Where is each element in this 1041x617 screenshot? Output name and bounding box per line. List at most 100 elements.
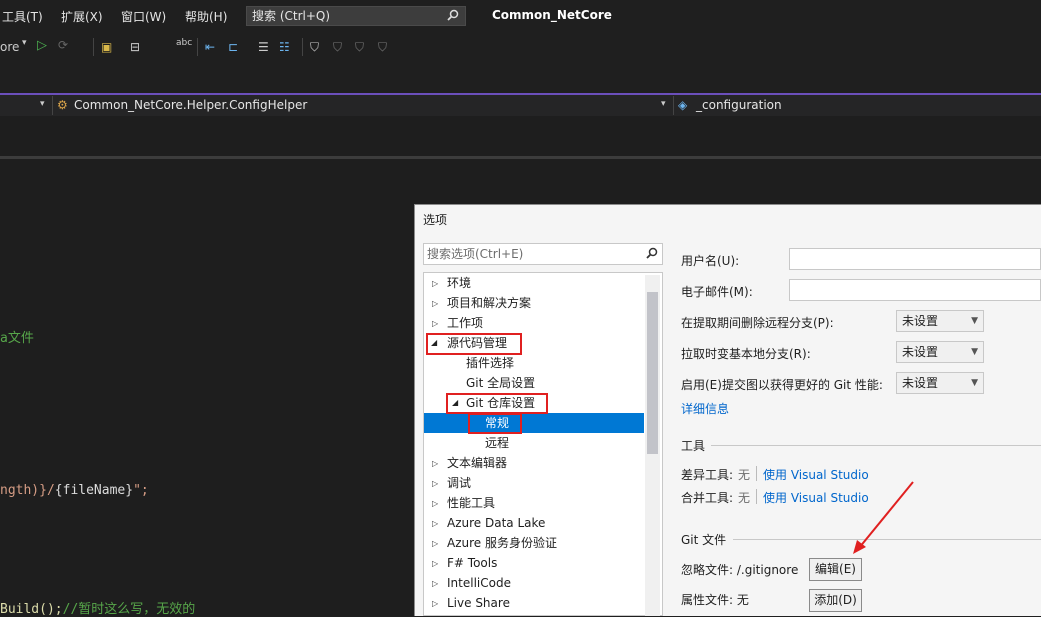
tree-item-azure-auth[interactable]: Azure 服务身份验证	[447, 533, 557, 553]
username-field[interactable]	[789, 248, 1041, 270]
chevron-down-icon: ▼	[971, 316, 978, 326]
code-string: ngth)}/	[0, 483, 55, 498]
collapsed-arrow-icon[interactable]: ▷	[432, 599, 438, 608]
bookmark-prev-icon[interactable]: ⛉	[333, 40, 342, 55]
global-search-input[interactable]: 搜索 (Ctrl+Q)	[246, 6, 466, 26]
tree-item-perf-tools[interactable]: 性能工具	[447, 493, 495, 513]
tree-item-workitems[interactable]: 工作项	[447, 313, 483, 333]
search-icon	[646, 245, 658, 265]
chevron-down-icon: ▼	[971, 378, 978, 388]
merge-tool-label: 合并工具:	[681, 491, 734, 505]
toolbar-separator	[93, 38, 94, 56]
tree-item-debugging[interactable]: 调试	[447, 473, 471, 493]
collapsed-arrow-icon[interactable]: ▷	[432, 479, 438, 488]
prune-label: 在提取期间删除远程分支(P):	[681, 316, 834, 330]
folder-icon[interactable]: ▣	[101, 40, 112, 54]
prune-value: 未设置	[902, 314, 939, 328]
details-link[interactable]: 详细信息	[681, 400, 729, 417]
prune-select[interactable]: 未设置 ▼	[896, 310, 984, 332]
edit-ignore-button[interactable]: 编辑(E)	[809, 558, 862, 581]
code-string-end: ";	[133, 483, 149, 498]
tree-item-live-share[interactable]: Live Share	[447, 593, 510, 613]
code-interpolation: {fileName}	[54, 483, 134, 498]
collapsed-arrow-icon[interactable]: ▷	[432, 519, 438, 528]
collapsed-arrow-icon[interactable]: ▷	[432, 459, 438, 468]
menu-help[interactable]: 帮助(H)	[185, 8, 227, 25]
rebase-value: 未设置	[902, 345, 939, 359]
toolbar	[0, 32, 1041, 62]
collapsed-arrow-icon[interactable]: ▷	[432, 319, 438, 328]
commitgraph-value: 未设置	[902, 376, 939, 390]
editor-header-band	[0, 116, 1041, 156]
tree-item-azure-data-lake[interactable]: Azure Data Lake	[447, 513, 545, 533]
annotation-box	[446, 393, 548, 414]
menu-window[interactable]: 窗口(W)	[121, 8, 166, 25]
attributes-file-label: 属性文件: 无	[681, 593, 749, 607]
project-dropdown-arrow-icon[interactable]: ▾	[40, 99, 45, 109]
group-divider	[711, 445, 1041, 446]
tree-item-text-editor[interactable]: 文本编辑器	[447, 453, 507, 473]
merge-tool-value: 无	[738, 491, 751, 505]
collapsed-arrow-icon[interactable]: ▷	[432, 579, 438, 588]
bookmark-icon[interactable]: ⛉	[310, 40, 319, 55]
options-search-input[interactable]: 搜索选项(Ctrl+E)	[423, 243, 663, 265]
divider	[756, 489, 757, 504]
bookmark-clear-icon[interactable]: ⛉	[378, 40, 387, 55]
search-placeholder: 搜索 (Ctrl+Q)	[252, 9, 331, 23]
tree-item-environment[interactable]: 环境	[447, 273, 471, 293]
nav-separator	[52, 96, 53, 115]
collapsed-arrow-icon[interactable]: ▷	[432, 559, 438, 568]
tree-item-remote[interactable]: 远程	[485, 433, 509, 453]
step-icon[interactable]: ⇤	[205, 40, 215, 54]
code-line: ngth)}/{fileName}";	[0, 483, 149, 498]
username-label: 用户名(U):	[681, 254, 740, 268]
dropdown-arrow-icon[interactable]: ▾	[22, 38, 27, 48]
toolbar-separator	[302, 38, 303, 56]
class-icon: ⚙	[57, 98, 68, 112]
tree-item-plugin-selection[interactable]: 插件选择	[466, 353, 514, 373]
code-method-call: Build();	[0, 602, 63, 617]
email-label: 电子邮件(M):	[681, 285, 753, 299]
commitgraph-select[interactable]: 未设置 ▼	[896, 372, 984, 394]
collapsed-arrow-icon[interactable]: ▷	[432, 539, 438, 548]
rebase-label: 拉取时变基本地分支(R):	[681, 347, 811, 361]
collapsed-arrow-icon[interactable]: ▷	[432, 279, 438, 288]
tree-item-projects[interactable]: 项目和解决方案	[447, 293, 531, 313]
code-comment: a文件	[0, 331, 34, 346]
member-dropdown[interactable]: _configuration	[696, 98, 782, 112]
spellcheck-icon[interactable]: abc	[176, 38, 192, 48]
hot-reload-icon[interactable]: ⟳	[58, 38, 68, 52]
tree-scrollbar-thumb[interactable]	[647, 292, 658, 454]
annotation-box	[468, 413, 522, 434]
tree-item-git-global[interactable]: Git 全局设置	[466, 373, 535, 393]
tree-item-intellicode[interactable]: IntelliCode	[447, 573, 511, 593]
tree-item-fsharp-tools[interactable]: F# Tools	[447, 553, 497, 573]
class-dropdown-arrow-icon[interactable]: ▾	[661, 99, 666, 109]
email-field[interactable]	[789, 279, 1041, 301]
rebase-select[interactable]: 未设置 ▼	[896, 341, 984, 363]
bookmark-next-icon[interactable]: ⛉	[355, 40, 364, 55]
class-path-dropdown[interactable]: Common_NetCore.Helper.ConfigHelper	[74, 98, 307, 112]
collapsed-arrow-icon[interactable]: ▷	[432, 299, 438, 308]
toolbar-separator	[197, 38, 198, 56]
app-title: Common_NetCore	[492, 8, 612, 22]
start-icon[interactable]: ▷	[37, 38, 47, 53]
add-attributes-button[interactable]: 添加(D)	[809, 589, 862, 612]
tree-selection-highlight	[424, 413, 644, 433]
menu-tools[interactable]: 工具(T)	[2, 8, 43, 25]
configuration-dropdown[interactable]: ore	[0, 40, 19, 54]
indent-icon[interactable]: ☰	[258, 40, 269, 54]
options-search-placeholder: 搜索选项(Ctrl+E)	[427, 247, 524, 261]
menu-extensions[interactable]: 扩展(X)	[61, 8, 103, 25]
collapsed-arrow-icon[interactable]: ▷	[432, 499, 438, 508]
diff-tool-label: 差异工具:	[681, 468, 734, 482]
annotation-box	[426, 333, 522, 355]
layout-icon[interactable]: ⊟	[130, 40, 140, 54]
dialog-title: 选项	[423, 213, 448, 227]
outdent-icon[interactable]: ☷	[279, 40, 290, 54]
code-comment: //暂时这么写，无效的	[62, 602, 196, 617]
annotation-arrow	[853, 481, 914, 554]
divider	[756, 466, 757, 481]
bracket-icon[interactable]: ⊏	[228, 40, 238, 54]
ignore-file-label: 忽略文件: /.gitignore	[681, 563, 799, 577]
